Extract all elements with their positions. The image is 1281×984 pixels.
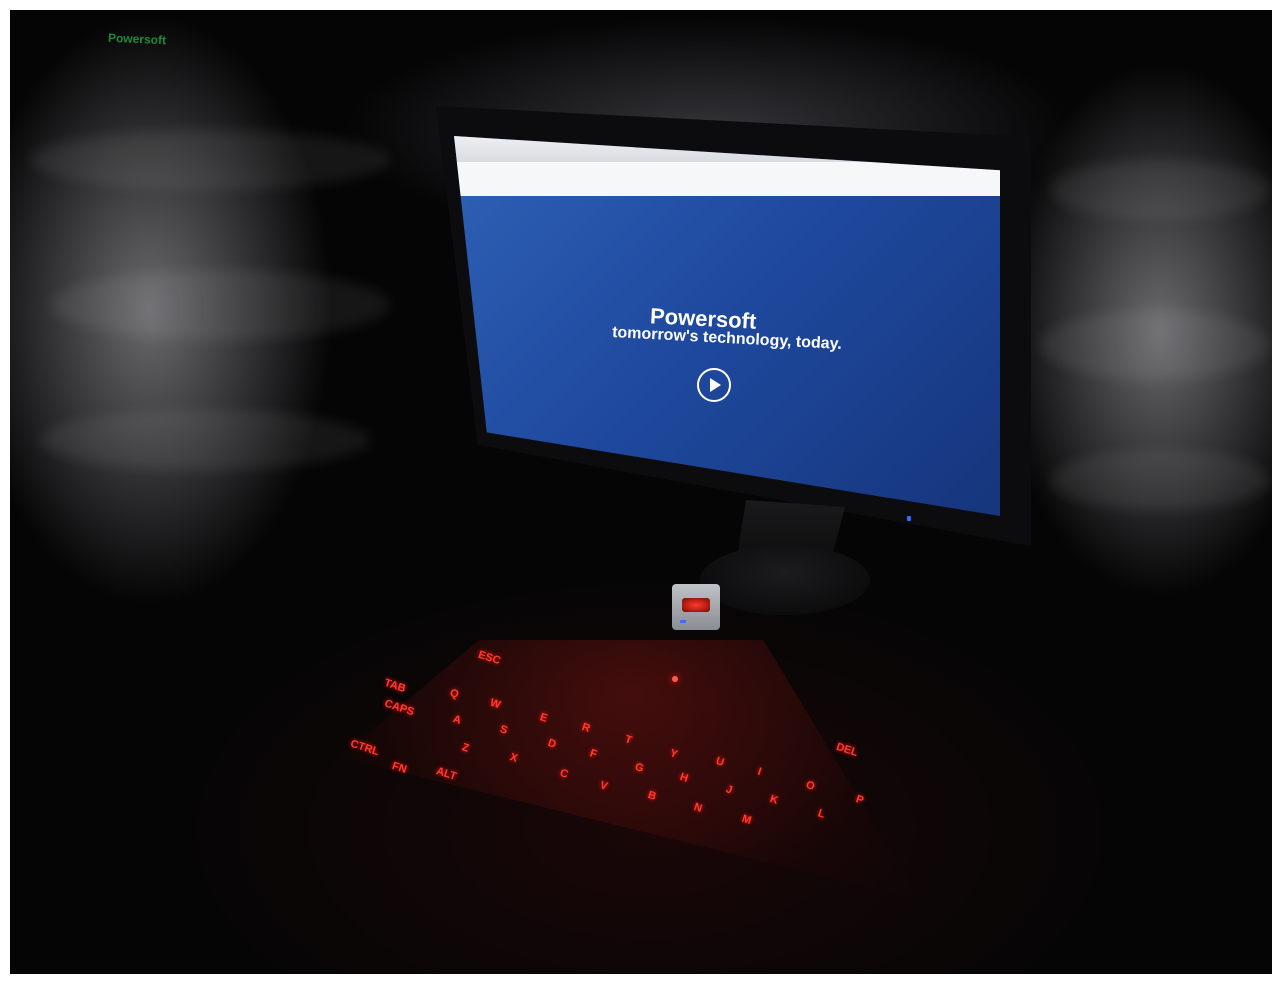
play-button[interactable] <box>697 368 731 402</box>
monitor-stand-base <box>700 545 870 615</box>
play-icon <box>710 378 721 392</box>
powersoft-logo: Powersoft <box>107 30 167 48</box>
right-wall-reflection <box>1050 450 1270 510</box>
projector-lens <box>682 598 710 612</box>
left-wall-reflection <box>50 270 390 340</box>
projector-status-led <box>680 620 686 623</box>
left-wall-reflection <box>40 410 370 470</box>
right-wall-reflection <box>1050 160 1270 220</box>
laser-projector-device <box>672 584 720 630</box>
monitor-power-led <box>907 516 911 521</box>
website-header <box>454 162 1000 196</box>
left-wall-reflection <box>30 130 390 190</box>
right-wall-reflection <box>1040 310 1270 380</box>
laser-origin-dot <box>672 676 678 682</box>
